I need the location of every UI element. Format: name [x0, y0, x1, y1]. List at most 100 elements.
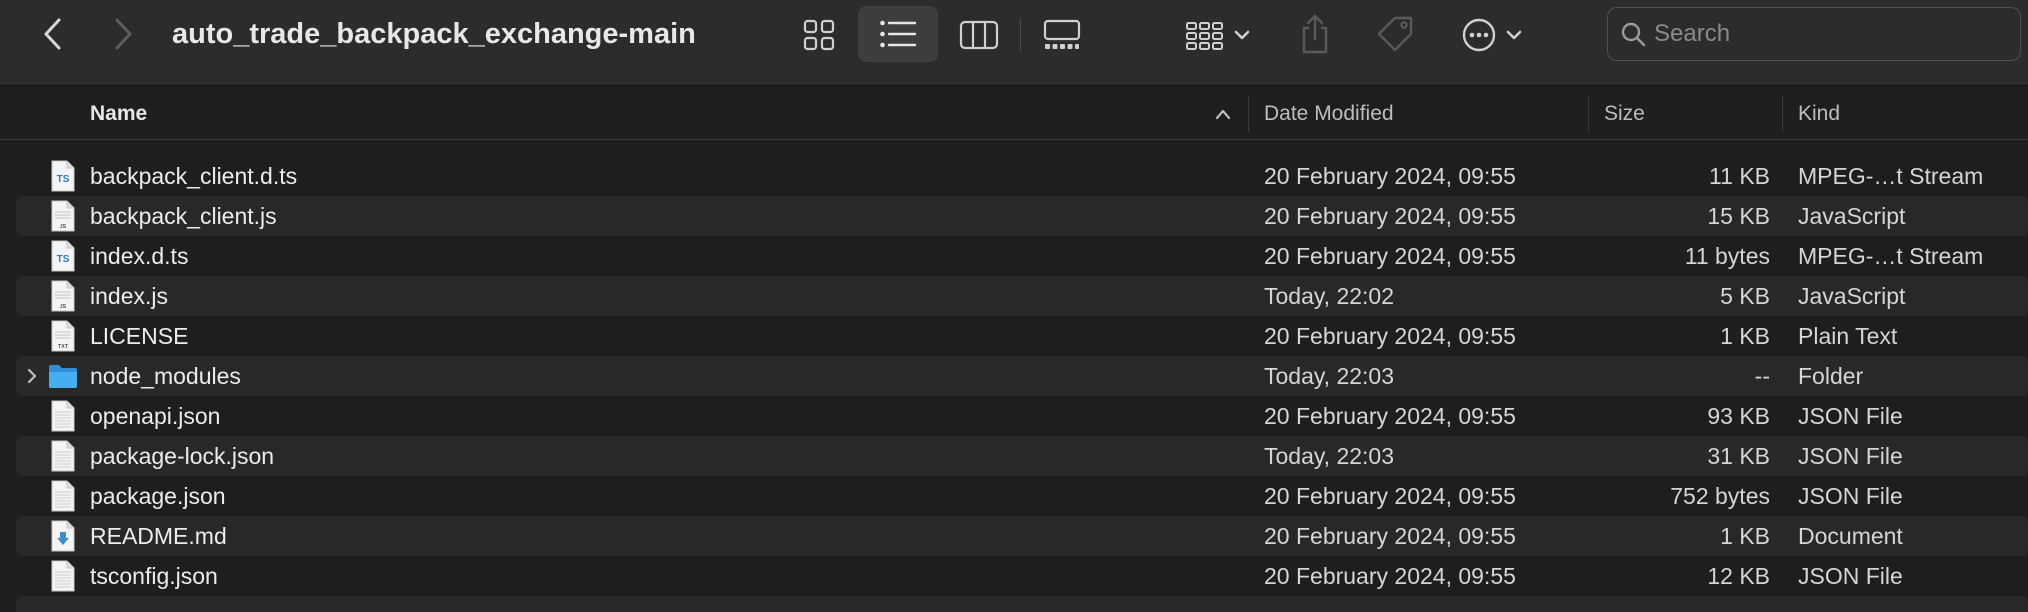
- toolbar: auto_trade_backpack_exchange-main: [0, 0, 2028, 86]
- file-row[interactable]: package-lock.json Today, 22:03 31 KB JSON F…: [0, 436, 2028, 476]
- chevron-down-icon: [1234, 30, 1250, 40]
- search-input[interactable]: [1652, 19, 1986, 49]
- column-separator[interactable]: [1248, 96, 1249, 132]
- file-row[interactable]: JS index.js Today, 22:02 5 KB JavaScript: [0, 276, 2028, 316]
- file-date-modified: 20 February 2024, 09:55: [1264, 243, 1516, 269]
- file-size: --: [1754, 363, 1770, 389]
- empty-row-stripe: [16, 596, 2028, 612]
- file-date-modified: 20 February 2024, 09:55: [1264, 163, 1516, 189]
- svg-text:TS: TS: [57, 254, 70, 265]
- file-kind: JavaScript: [1798, 203, 1906, 229]
- folder-icon: [48, 363, 77, 395]
- tags-button[interactable]: [1370, 10, 1420, 58]
- more-actions-button[interactable]: [1452, 11, 1532, 59]
- view-as-list-button[interactable]: [858, 6, 938, 62]
- column-view-icon: [959, 20, 999, 50]
- file-row[interactable]: TS backpack_client.d.ts 20 February 2024, …: [0, 156, 2028, 196]
- file-row[interactable]: JS backpack_client.js 20 February 2024, 09…: [0, 196, 2028, 236]
- json-file-icon: [50, 400, 76, 432]
- file-row[interactable]: README.md 20 February 2024, 09:55 1 KB Docu…: [0, 516, 2028, 556]
- file-row[interactable]: tsconfig.json 20 February 2024, 09:55 12 K…: [0, 556, 2028, 596]
- svg-text:JS: JS: [60, 224, 67, 230]
- column-separator[interactable]: [1588, 96, 1589, 132]
- column-header-size[interactable]: Size: [1604, 88, 1645, 140]
- finder-window: auto_trade_backpack_exchange-main Search…: [0, 0, 2028, 612]
- file-size: 1 KB: [1720, 523, 1770, 549]
- folder-row[interactable]: node_modules Today, 22:03 -- Folder: [0, 356, 2028, 396]
- chevron-down-icon: [1506, 30, 1522, 40]
- file-name: openapi.json: [90, 403, 221, 429]
- file-row[interactable]: TXT LICENSE 20 February 2024, 09:55 1 KB Pla…: [0, 316, 2028, 356]
- json-file-icon: [50, 440, 76, 472]
- group-by-button[interactable]: [1178, 11, 1258, 59]
- file-date-modified: 20 February 2024, 09:55: [1264, 203, 1516, 229]
- file-size: 93 KB: [1707, 403, 1770, 429]
- file-kind: JSON File: [1798, 403, 1903, 429]
- file-size: 12 KB: [1707, 563, 1770, 589]
- file-kind: JSON File: [1798, 483, 1903, 509]
- file-date-modified: 20 February 2024, 09:55: [1264, 403, 1516, 429]
- column-header-bar: Name Date Modified Size Kind: [0, 88, 2028, 140]
- back-button[interactable]: [28, 12, 78, 56]
- file-kind: MPEG-…t Stream: [1798, 243, 1984, 269]
- file-date-modified: 20 February 2024, 09:55: [1264, 323, 1516, 349]
- file-row[interactable]: TS index.d.ts 20 February 2024, 09:55 11 by…: [0, 236, 2028, 276]
- list-view-icon: [880, 20, 917, 48]
- file-date-modified: 20 February 2024, 09:55: [1264, 523, 1516, 549]
- window-title: auto_trade_backpack_exchange-main: [172, 18, 696, 50]
- file-row[interactable]: openapi.json 20 February 2024, 09:55 93 KB…: [0, 396, 2028, 436]
- file-date-modified: Today, 22:02: [1264, 283, 1395, 309]
- file-list: TS backpack_client.d.ts 20 February 2024, …: [0, 156, 2028, 596]
- file-size: 1 KB: [1720, 323, 1770, 349]
- toolbar-divider: [1020, 18, 1021, 52]
- ts-file-icon: TS: [50, 240, 76, 272]
- file-kind: JSON File: [1798, 563, 1903, 589]
- chevron-right-icon: [115, 18, 132, 50]
- ts-file-icon: TS: [50, 160, 76, 192]
- file-date-modified: Today, 22:03: [1264, 363, 1395, 389]
- column-separator[interactable]: [1782, 96, 1783, 132]
- svg-text:TXT: TXT: [58, 344, 69, 350]
- file-date-modified: 20 February 2024, 09:55: [1264, 483, 1516, 509]
- file-kind: Plain Text: [1798, 323, 1898, 349]
- file-name: tsconfig.json: [90, 563, 218, 589]
- group-by-icon: [1186, 22, 1223, 50]
- file-name: package.json: [90, 483, 226, 509]
- column-header-kind[interactable]: Kind: [1798, 88, 1840, 140]
- txt-file-icon: TXT: [50, 320, 76, 352]
- js-file-icon: JS: [50, 200, 76, 232]
- file-row[interactable]: package.json 20 February 2024, 09:55 752 b…: [0, 476, 2028, 516]
- view-as-icons-button[interactable]: [790, 11, 848, 59]
- view-as-columns-button[interactable]: [950, 11, 1008, 59]
- file-name: package-lock.json: [90, 443, 275, 469]
- forward-button[interactable]: [98, 12, 148, 56]
- file-kind: JSON File: [1798, 443, 1903, 469]
- file-size: 11 bytes: [1684, 243, 1770, 269]
- js-file-icon: JS: [50, 280, 76, 312]
- file-date-modified: 20 February 2024, 09:55: [1264, 563, 1516, 589]
- file-size: 5 KB: [1720, 283, 1770, 309]
- chevron-left-icon: [44, 18, 61, 50]
- file-name: backpack_client.d.ts: [90, 163, 298, 189]
- file-name: index.js: [90, 283, 168, 309]
- view-as-gallery-button[interactable]: [1032, 11, 1092, 59]
- column-header-date-modified[interactable]: Date Modified: [1264, 88, 1394, 140]
- markdown-file-icon: [50, 520, 76, 552]
- search-field[interactable]: [1607, 7, 2021, 61]
- column-header-name[interactable]: Name: [90, 88, 147, 140]
- file-size: 15 KB: [1707, 203, 1770, 229]
- file-kind: JavaScript: [1798, 283, 1906, 309]
- file-size: 11 KB: [1709, 163, 1770, 189]
- search-icon: [1620, 21, 1646, 47]
- sort-ascending-icon[interactable]: [1212, 104, 1234, 124]
- disclosure-triangle-icon[interactable]: [22, 366, 42, 386]
- svg-text:JS: JS: [60, 304, 67, 310]
- share-button[interactable]: [1290, 8, 1340, 60]
- file-kind: MPEG-…t Stream: [1798, 163, 1984, 189]
- tag-icon: [1377, 16, 1413, 52]
- gallery-view-icon: [1043, 19, 1081, 49]
- file-date-modified: Today, 22:03: [1264, 443, 1395, 469]
- file-name: LICENSE: [90, 323, 189, 349]
- file-name: node_modules: [90, 363, 241, 389]
- share-icon: [1302, 14, 1328, 54]
